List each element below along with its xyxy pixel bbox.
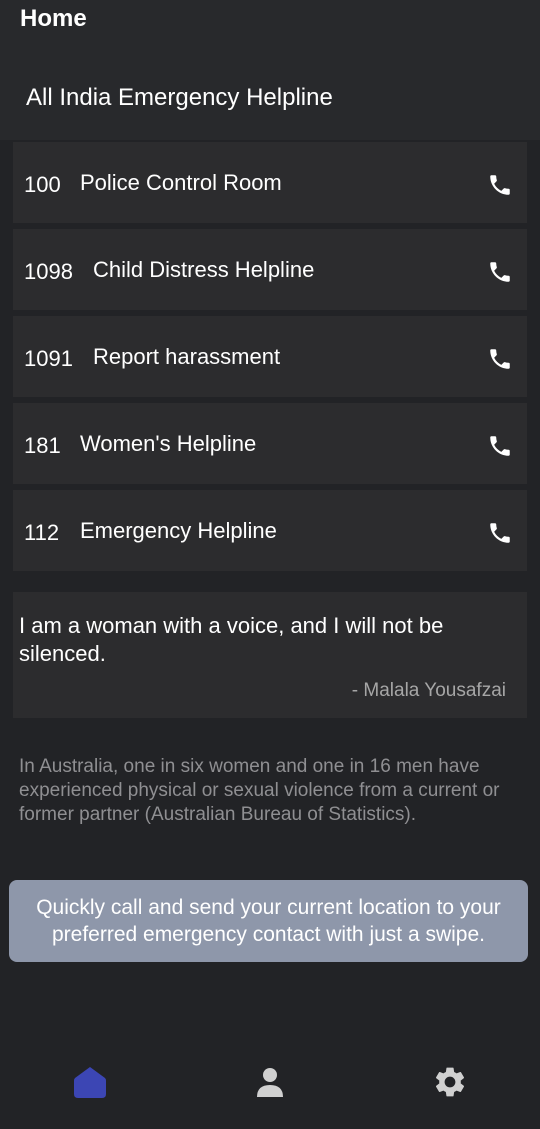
helpline-name: Report harassment — [93, 344, 281, 369]
phone-icon[interactable] — [487, 346, 513, 372]
statistic-text: In Australia, one in six women and one i… — [19, 756, 500, 825]
phone-icon[interactable] — [487, 172, 513, 198]
quote-text: I am a woman with a voice, and I will no… — [19, 613, 444, 666]
helpline-row-police[interactable]: 100 Police Control Room — [13, 142, 527, 223]
helpline-name: Women's Helpline — [80, 431, 257, 456]
phone-icon[interactable] — [487, 433, 513, 459]
helpline-name: Emergency Helpline — [80, 518, 277, 543]
helpline-list: 100 Police Control Room 1098 Child Distr… — [13, 142, 527, 577]
quote-card: I am a woman with a voice, and I will no… — [13, 592, 527, 718]
helpline-name: Child Distress Helpline — [93, 257, 315, 282]
helpline-number: 112 — [24, 520, 60, 545]
swipe-call-banner[interactable]: Quickly call and send your current locat… — [9, 880, 528, 962]
section-title: All India Emergency Helpline — [26, 84, 333, 111]
app-header: Home All India Emergency Helpline — [0, 0, 540, 140]
nav-settings-button[interactable] — [432, 1064, 468, 1100]
quote-author: - Malala Yousafzai — [351, 680, 506, 701]
helpline-number: 181 — [24, 433, 61, 458]
helpline-name: Police Control Room — [80, 170, 282, 195]
home-icon — [74, 1067, 106, 1098]
helpline-row-womens[interactable]: 181 Women's Helpline — [13, 403, 527, 484]
swipe-banner-text: Quickly call and send your current locat… — [36, 896, 501, 946]
helpline-number: 1098 — [24, 259, 73, 284]
helpline-row-report-harassment[interactable]: 1091 Report harassment — [13, 316, 527, 397]
helpline-number: 1091 — [24, 346, 73, 371]
phone-icon[interactable] — [487, 520, 513, 546]
nav-profile-button[interactable] — [252, 1064, 288, 1100]
nav-home-button[interactable] — [72, 1064, 108, 1100]
person-icon — [257, 1068, 283, 1097]
helpline-row-emergency[interactable]: 112 Emergency Helpline — [13, 490, 527, 571]
helpline-row-child-distress[interactable]: 1098 Child Distress Helpline — [13, 229, 527, 310]
helpline-number: 100 — [24, 172, 61, 197]
page-title: Home — [20, 5, 87, 32]
phone-icon[interactable] — [487, 259, 513, 285]
gear-icon — [435, 1067, 465, 1097]
bottom-nav — [0, 1040, 540, 1129]
